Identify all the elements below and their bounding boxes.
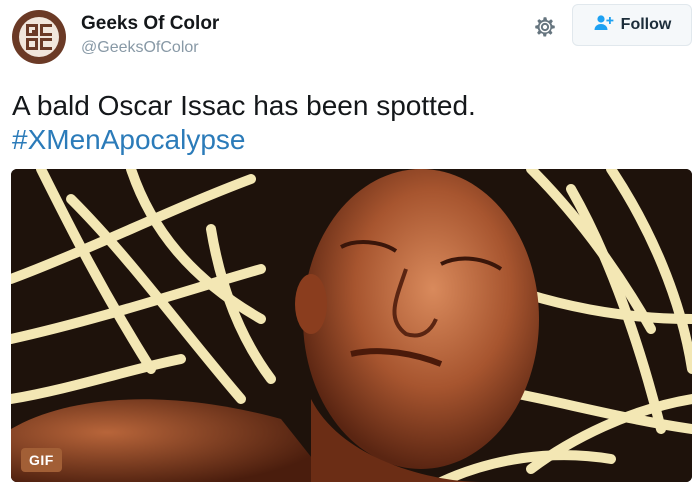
author-handle[interactable]: @GeeksOfColor: [81, 39, 199, 57]
avatar[interactable]: [12, 10, 66, 64]
hashtag-link[interactable]: #XMenApocalypse: [12, 122, 245, 158]
geeks-of-color-logo: [19, 17, 59, 57]
add-user-icon: [593, 14, 615, 37]
follow-button-label: Follow: [620, 16, 672, 33]
gif-badge: GIF: [21, 448, 62, 472]
follow-button[interactable]: Follow: [572, 4, 692, 46]
tweet-text: A bald Oscar Issac has been spotted.: [12, 90, 476, 121]
gif-still-image: [11, 169, 692, 482]
gear-icon[interactable]: [532, 14, 558, 40]
gif-media[interactable]: GIF: [11, 169, 692, 482]
author-name[interactable]: Geeks Of Color: [81, 13, 219, 35]
